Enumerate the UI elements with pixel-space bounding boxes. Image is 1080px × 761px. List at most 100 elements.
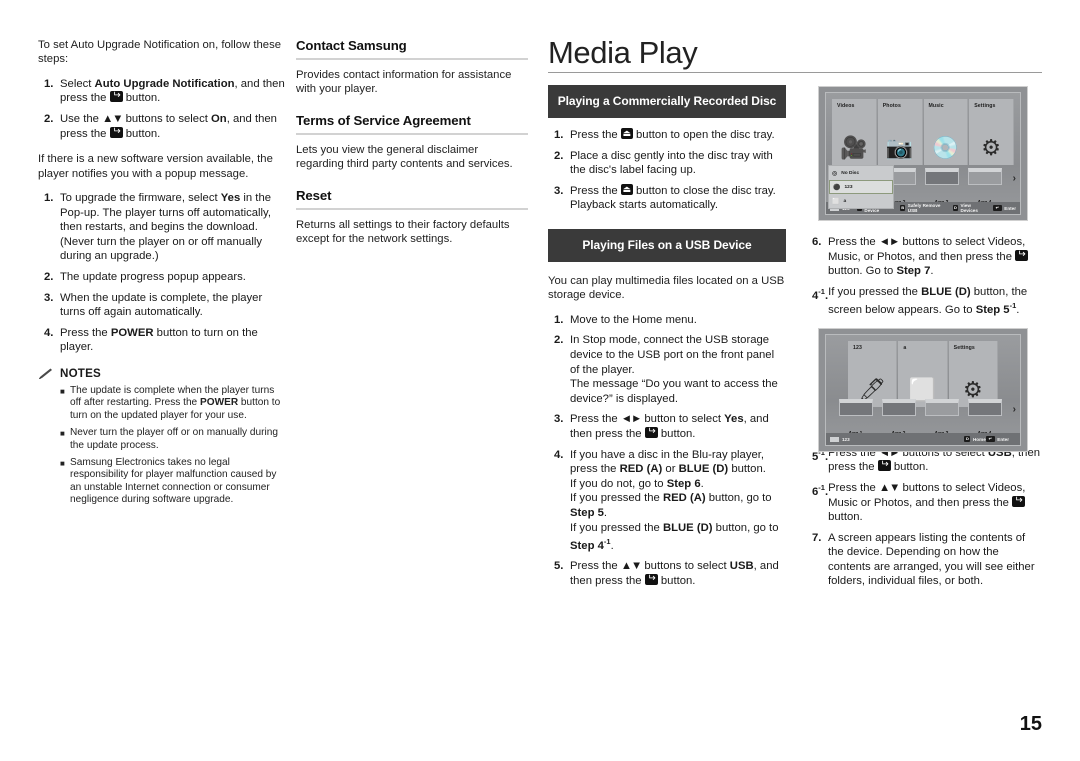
col3-step-item: 1. Move to the Home menu. (548, 313, 786, 328)
tv-app-tile[interactable]: App 1 (834, 399, 877, 437)
col3-step-item: 5. Press the ▲▼ buttons to select USB, an… (548, 559, 786, 588)
column-three: Playing a Commercially Recorded Disc 1. P… (548, 85, 786, 595)
section-body: Provides contact information for assista… (296, 69, 512, 96)
col4-steps-bottom: 5-1. Press the ◄► buttons to select USB, … (806, 446, 1044, 589)
col4-step-number: 4-1. (812, 286, 829, 302)
col1-step-number: 2. (44, 270, 54, 283)
section-heading: Contact Samsung (296, 38, 407, 53)
note-text: The update is complete when the player t… (70, 384, 281, 421)
tv-bar-action-label: Safely Remove USB (907, 203, 941, 213)
col1-step-item: 2. The update progress popup appears. (38, 270, 286, 285)
banner-commercial-disc: Playing a Commercially Recorded Disc (548, 85, 786, 118)
col1-intro: To set Auto Upgrade Notification on, fol… (38, 39, 282, 66)
col1-step-text: Select Auto Upgrade Notification, and th… (60, 77, 286, 106)
page-indicator-icon (830, 436, 839, 442)
page-title: Media Play (548, 35, 698, 70)
col1-step-item: 1. Select Auto Upgrade Notification, and … (38, 77, 286, 106)
tv-tile-label: 123 (853, 345, 862, 351)
col3-step-number: 1. (554, 129, 564, 141)
note-item: ■ Never turn the player off or on manuall… (38, 427, 286, 452)
col3-step-item: 4. If you have a disc in the Blu-ray play… (548, 448, 786, 554)
col4-step-number: 7. (812, 531, 822, 544)
tv-tile[interactable]: Settings ⚙ (948, 341, 998, 407)
note-bullet-icon: ■ (60, 458, 65, 468)
col4-step-number: 6. (812, 236, 822, 248)
tv-bar-action[interactable]: D View Devices (952, 203, 986, 213)
tv-device-label: No Disc (841, 170, 860, 176)
col3-step-number: 4. (554, 448, 564, 461)
tv-bar-enter[interactable]: ↵ Enter (992, 205, 1016, 211)
col3-step-text: In Stop mode, connect the USB storage de… (570, 334, 778, 405)
tv1-tiles: Videos 🎥 Photos 📷 Music 💿 Settings ⚙ (832, 99, 1014, 165)
tv1-device-panel[interactable]: ◎ No Disc ⚫ 123 ⬜ a (828, 165, 894, 209)
col1-step-text: When the update is complete, the player … (60, 291, 263, 319)
col4-step-item: 4-1. If you pressed the BLUE (D) button, … (806, 285, 1044, 318)
col4-step-number: 6-1. (812, 482, 829, 498)
tv-device-row[interactable]: ◎ No Disc (829, 166, 893, 180)
col1-step-item: 2. Use the ▲▼ buttons to select On, and t… (38, 112, 286, 141)
col3-step-number: 1. (554, 313, 564, 326)
tv-device-row[interactable]: ⚫ 123 (829, 180, 893, 194)
tv-screenshot-usb-home: 123🖊a⬜Settings⚙ App 1App 2App 3App 4 › 1… (818, 328, 1028, 452)
note-item: ■ The update is complete when the player … (38, 385, 286, 422)
tv-bar-action[interactable]: D Home (964, 436, 986, 442)
tv-tile[interactable]: a ⬜ (898, 341, 948, 407)
color-key-icon: D (952, 205, 959, 211)
col4-step-text: Press the ▲▼ buttons to select Videos, M… (828, 481, 1044, 525)
tv-tile[interactable]: Photos 📷 (877, 99, 923, 165)
tv-app-thumbnail (838, 399, 873, 416)
col4-step-text: A screen appears listing the contents of… (828, 531, 1035, 588)
section-body: Returns all settings to their factory de… (296, 218, 510, 246)
col3-step-item: 1. Press the button to open the disc tray… (548, 127, 786, 143)
tv-tile-label: Music (928, 103, 944, 109)
tv-app-tile[interactable]: App 4 (963, 399, 1006, 437)
section-heading: Reset (296, 187, 332, 203)
note-text: Samsung Electronics takes no legal respo… (70, 456, 277, 506)
next-page-chevron-icon[interactable]: › (1013, 173, 1016, 184)
tv-tile[interactable]: 123 🖊 (848, 341, 898, 407)
usb-stick-icon: 🖊 (858, 377, 887, 402)
tv-tile[interactable]: Settings ⚙ (969, 99, 1014, 165)
col1-step-number: 1. (44, 192, 54, 204)
note-bullet-icon: ■ (60, 429, 65, 439)
col3-step-text: Press the ◄► button to select Yes, and t… (570, 412, 786, 441)
section-block: Contact Samsung Provides contact informat… (296, 38, 528, 97)
column-one: To set Auto Upgrade Notification on, fol… (38, 38, 286, 512)
col4-steps-top: 6. Press the ◄► buttons to select Videos,… (806, 235, 1044, 318)
col3-step-item: 2. In Stop mode, connect the USB storage … (548, 333, 786, 406)
col3-step-text: Press the ▲▼ buttons to select USB, and … (570, 559, 786, 588)
tv-app-thumbnail (924, 168, 959, 185)
tv-tile[interactable]: Music 💿 (923, 99, 969, 165)
col4-step-item: 6. Press the ◄► buttons to select Videos,… (806, 235, 1044, 279)
col1-step-item: 1. To upgrade the firmware, select Yes in… (38, 191, 286, 264)
tv-app-tile[interactable]: App 3 (920, 399, 963, 437)
tv-tile-label: a (903, 345, 907, 351)
notes-title: NOTES (60, 366, 101, 380)
col1-step-number: 4. (44, 326, 54, 339)
col3-step-text: Move to the Home menu. (570, 313, 697, 326)
tv2-bottom-bar: 123 D Home ↵ Enter (826, 433, 1020, 445)
col1-step-text: The update progress popup appears. (60, 270, 246, 283)
tv-bar-enter[interactable]: ↵ Enter (985, 436, 1009, 442)
tv-device-row[interactable]: ⬜ a (829, 194, 893, 208)
tv-app-thumbnail (967, 168, 1002, 185)
next-page-chevron-icon[interactable]: › (1013, 404, 1016, 415)
tv-bar-action[interactable]: B Safely Remove USB (900, 203, 946, 213)
col3-intro: You can play multimedia files located on… (548, 274, 785, 302)
section-block: Terms of Service Agreement Lets you view … (296, 113, 528, 172)
enter-key-icon: ↵ (992, 205, 1002, 211)
manual-page: Media Play To set Auto Upgrade Notificat… (0, 0, 1080, 761)
tv-tile[interactable]: Videos 🎥 (832, 99, 877, 165)
tv-app-thumbnail (924, 399, 959, 416)
tv-bar-action-label: View Devices (960, 203, 978, 213)
tv-app-tile[interactable]: App 3 (920, 168, 963, 206)
tv-bar-page-group: 123 (830, 436, 850, 442)
color-key-icon: D (964, 436, 971, 442)
folder-icon: ⬜ (908, 377, 937, 402)
tv-app-tile[interactable]: App 2 (877, 399, 920, 437)
tv-device-label: 123 (844, 184, 853, 190)
video-camera-icon: 🎥 (840, 135, 868, 160)
col4-step-item: 7. A screen appears listing the contents … (806, 531, 1044, 589)
tv-tile-label: Videos (837, 103, 855, 109)
tv-app-tile[interactable]: App 4 (963, 168, 1006, 206)
